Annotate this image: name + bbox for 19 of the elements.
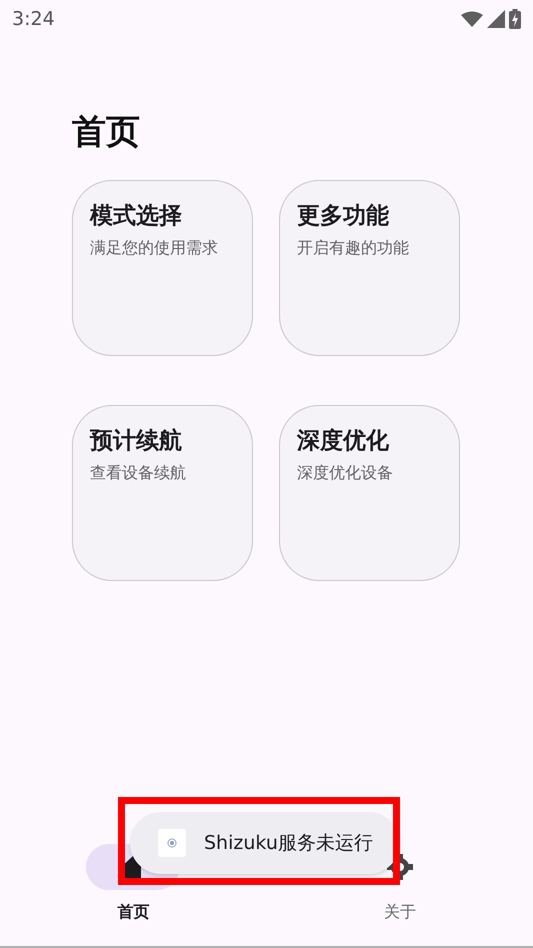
feature-card[interactable]: 模式选择 满足您的使用需求 <box>72 180 253 356</box>
card-title: 深度优化 <box>297 427 389 456</box>
status-time: 3:24 <box>12 6 55 32</box>
signal-icon <box>487 10 505 28</box>
feature-card[interactable]: 深度优化 深度优化设备 <box>279 405 460 581</box>
toast-message: Shizuku服务未运行 <box>204 830 373 856</box>
battery-charging-icon <box>509 9 521 29</box>
wifi-icon <box>461 11 483 27</box>
card-subtitle: 开启有趣的功能 <box>297 237 409 259</box>
card-title: 更多功能 <box>297 202 389 231</box>
card-subtitle: 查看设备续航 <box>90 462 186 484</box>
card-title: 预计续航 <box>90 427 182 456</box>
page-title: 首页 <box>72 111 141 154</box>
app-icon <box>158 829 186 857</box>
card-subtitle: 满足您的使用需求 <box>90 237 218 259</box>
card-subtitle: 深度优化设备 <box>297 462 393 484</box>
feature-card[interactable]: 更多功能 开启有趣的功能 <box>279 180 460 356</box>
feature-card[interactable]: 预计续航 查看设备续航 <box>72 405 253 581</box>
card-title: 模式选择 <box>90 202 182 231</box>
